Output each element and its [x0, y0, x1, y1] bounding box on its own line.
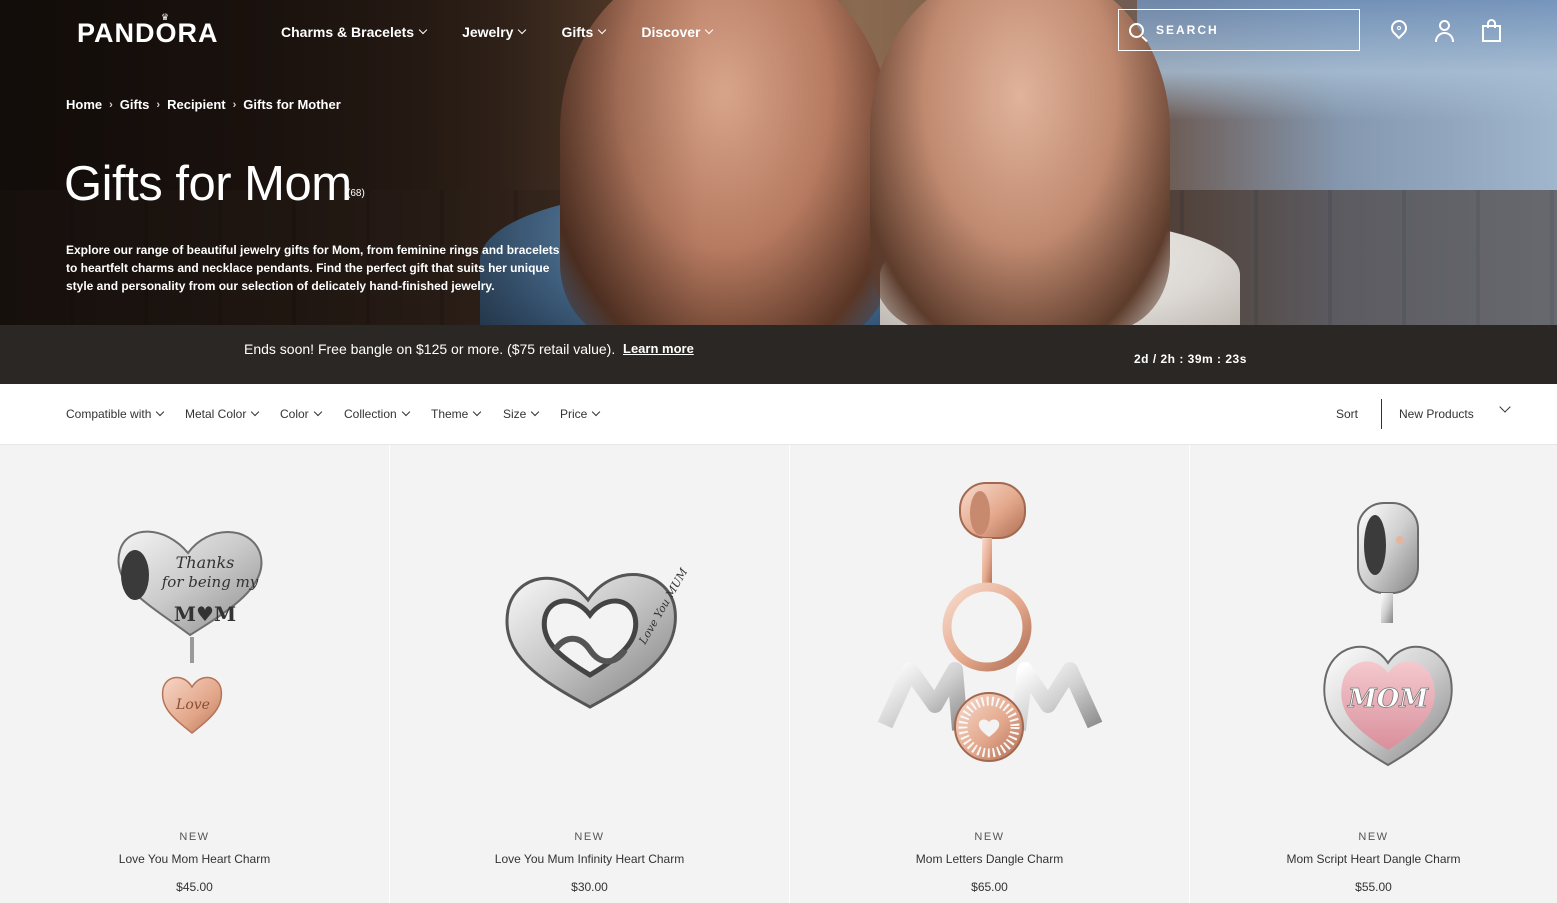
chevron-down-icon: [473, 407, 482, 417]
search-box[interactable]: [1118, 9, 1360, 51]
product-badge: NEW: [179, 831, 210, 843]
chevron-down-icon: [156, 407, 165, 417]
product-card[interactable]: Love You MUM NEW Love You Mum Infinity H…: [390, 445, 789, 903]
chevron-down-icon: [251, 407, 260, 417]
product-card[interactable]: NEW Mom Letters Dangle Charm $65.00: [790, 445, 1189, 903]
nav-jewelry[interactable]: Jewelry: [462, 24, 527, 40]
product-name[interactable]: Love You Mum Infinity Heart Charm: [390, 852, 789, 866]
chevron-down-icon: [592, 407, 601, 417]
filter-theme[interactable]: Theme: [431, 407, 482, 421]
chevron-right-icon: ›: [156, 98, 161, 111]
page-title: Gifts for Mom: [64, 157, 352, 211]
filter-color[interactable]: Color: [280, 407, 322, 421]
nav-discover[interactable]: Discover: [641, 24, 714, 40]
sort-label: Sort: [1336, 407, 1359, 421]
product-badge: NEW: [974, 831, 1005, 843]
chevron-down-icon: [401, 407, 410, 417]
product-image: Love You MUM: [505, 565, 691, 709]
product-price: $65.00: [971, 880, 1008, 894]
filter-compatible-with[interactable]: Compatible with: [66, 407, 165, 421]
nav-charms-bracelets[interactable]: Charms & Bracelets: [281, 24, 428, 40]
product-badge: NEW: [1358, 831, 1389, 843]
chevron-down-icon: [313, 407, 322, 417]
shopping-bag-icon[interactable]: [1480, 18, 1504, 44]
chevron-right-icon: ›: [232, 98, 237, 111]
chevron-down-icon: [1499, 401, 1511, 413]
svg-text:M♥M: M♥M: [174, 602, 236, 626]
nav-gifts[interactable]: Gifts: [561, 24, 607, 40]
filter-metal-color[interactable]: Metal Color: [185, 407, 260, 421]
product-image: MOM: [1323, 502, 1453, 767]
breadcrumb-home[interactable]: Home: [66, 97, 102, 112]
breadcrumb-recipient[interactable]: Recipient: [167, 97, 226, 112]
crown-icon: ♛: [161, 12, 171, 22]
search-input[interactable]: [1156, 23, 1346, 37]
page-description: Explore our range of beautiful jewelry g…: [66, 243, 560, 293]
map-pin-icon[interactable]: [1387, 16, 1411, 44]
product-name[interactable]: Love You Mom Heart Charm: [0, 852, 389, 866]
promo-text: Ends soon! Free bangle on $125 or more. …: [244, 341, 616, 357]
product-name[interactable]: Mom Letters Dangle Charm: [790, 852, 1189, 866]
promo-learn-more-link[interactable]: Learn more: [623, 341, 694, 356]
breadcrumb-current: Gifts for Mother: [243, 97, 341, 112]
chevron-down-icon: [598, 25, 607, 35]
search-icon[interactable]: [1129, 22, 1144, 38]
chevron-right-icon: ›: [109, 98, 113, 111]
sort-divider: [1381, 399, 1382, 429]
chevron-down-icon: [531, 407, 540, 417]
filter-size[interactable]: Size: [503, 407, 540, 421]
product-price: $45.00: [176, 880, 213, 894]
main-nav: Charms & Bracelets Jewelry Gifts Discove…: [281, 24, 748, 40]
product-name[interactable]: Mom Script Heart Dangle Charm: [1190, 852, 1557, 866]
promo-countdown: 2d / 2h : 39m : 23s: [1134, 352, 1247, 366]
filter-collection[interactable]: Collection: [344, 407, 410, 421]
product-card[interactable]: Thanks for being my M♥M Love NEW Love Yo…: [0, 445, 389, 903]
product-image: [877, 482, 1103, 762]
filter-price[interactable]: Price: [560, 407, 601, 421]
pandora-logo[interactable]: ♛ PANDORA: [77, 12, 219, 49]
svg-text:for being my: for being my: [161, 573, 259, 591]
filter-bar: Compatible with Metal Color Color Collec…: [0, 384, 1557, 445]
svg-text:Thanks: Thanks: [176, 553, 235, 572]
chevron-down-icon: [518, 25, 527, 35]
sort-select[interactable]: New Products: [1399, 401, 1511, 421]
breadcrumb-gifts[interactable]: Gifts: [120, 97, 150, 112]
svg-text:Love: Love: [175, 697, 210, 713]
product-price: $30.00: [571, 880, 608, 894]
account-icon[interactable]: [1433, 18, 1457, 44]
product-card[interactable]: MOM NEW Mom Script Heart Dangle Charm $5…: [1190, 445, 1557, 903]
product-price: $55.00: [1355, 880, 1392, 894]
product-image: Thanks for being my M♥M Love: [117, 530, 263, 734]
product-count: (68): [347, 188, 365, 199]
product-grid: Thanks for being my M♥M Love NEW Love Yo…: [0, 445, 1557, 903]
product-badge: NEW: [574, 831, 605, 843]
svg-text:MOM: MOM: [1347, 684, 1429, 714]
promo-banner: Ends soon! Free bangle on $125 or more. …: [0, 325, 1557, 384]
breadcrumb: Home › Gifts › Recipient › Gifts for Mot…: [66, 97, 341, 112]
chevron-down-icon: [705, 25, 714, 35]
chevron-down-icon: [418, 25, 428, 35]
